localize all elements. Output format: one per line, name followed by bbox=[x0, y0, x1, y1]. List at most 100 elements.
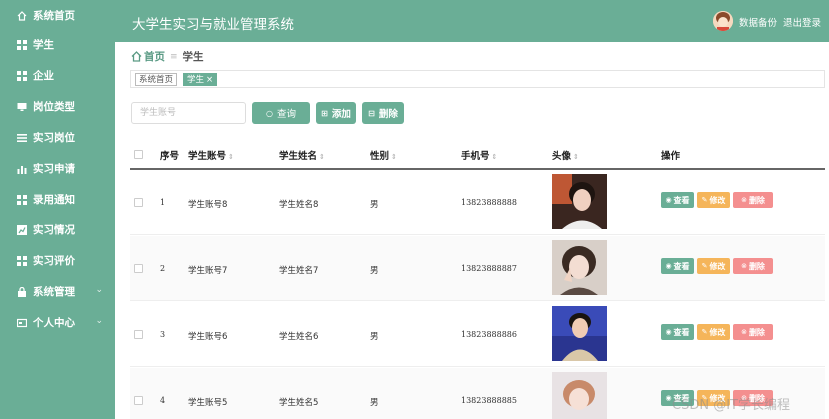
sort-icon[interactable]: ⇕ bbox=[319, 153, 325, 161]
column-header-account[interactable]: 学生账号 ⇕ bbox=[188, 148, 234, 162]
list-icon bbox=[17, 133, 27, 142]
student-photo bbox=[552, 174, 607, 229]
column-header-gender[interactable]: 性别 ⇕ bbox=[370, 148, 397, 162]
column-header-phone[interactable]: 手机号 ⇕ bbox=[461, 148, 497, 162]
delete-button[interactable]: ⊗ 删除 bbox=[733, 324, 773, 340]
x-circle-icon: ⊗ bbox=[741, 262, 747, 270]
edit-label: 修改 bbox=[709, 195, 726, 205]
view-button[interactable]: ◉ 查看 bbox=[661, 192, 694, 208]
row-checkbox[interactable] bbox=[134, 330, 143, 339]
sidebar-item-evaluation[interactable]: 实习评价 bbox=[0, 245, 115, 276]
sort-icon[interactable]: ⇕ bbox=[492, 153, 498, 161]
query-label: 查询 bbox=[276, 109, 296, 120]
lock-icon bbox=[18, 286, 26, 297]
search-input[interactable] bbox=[131, 102, 246, 124]
avatar[interactable] bbox=[713, 11, 733, 31]
delete-button[interactable]: ⊗ 删除 bbox=[733, 258, 773, 274]
sidebar-item-profile[interactable]: 个人中心 ⌄ bbox=[0, 307, 115, 338]
sidebar-item-internship-post[interactable]: 实习岗位 bbox=[0, 122, 115, 153]
plus-box-icon: ⊞ bbox=[321, 108, 328, 118]
column-label: 头像 bbox=[552, 151, 572, 162]
batch-delete-button[interactable]: ⊟ 删除 bbox=[362, 102, 404, 124]
grid-icon bbox=[17, 255, 27, 266]
sidebar-item-label: 实习情况 bbox=[33, 224, 75, 236]
cell-account: 学生账号6 bbox=[188, 332, 228, 342]
add-button[interactable]: ⊞ 添加 bbox=[316, 102, 356, 124]
cell-name: 学生姓名7 bbox=[279, 266, 319, 276]
cell-index: 3 bbox=[160, 330, 166, 339]
sidebar-item-status[interactable]: 实习情况 bbox=[0, 214, 115, 245]
column-header-index: 序号 bbox=[160, 151, 180, 162]
query-button[interactable]: ○ 查询 bbox=[252, 102, 310, 124]
sort-icon[interactable]: ⇕ bbox=[228, 153, 234, 161]
row-checkbox[interactable] bbox=[134, 198, 143, 207]
column-header-avatar[interactable]: 头像 ⇕ bbox=[552, 148, 579, 162]
cell-gender: 男 bbox=[370, 332, 379, 342]
app-title: 大学生实习与就业管理系统 bbox=[132, 17, 294, 33]
sidebar-item-label: 系统管理 bbox=[33, 286, 75, 298]
student-photo bbox=[552, 240, 607, 295]
column-header-name[interactable]: 学生姓名 ⇕ bbox=[279, 148, 325, 162]
student-photo bbox=[552, 372, 607, 419]
sidebar-item-job-type[interactable]: 岗位类型 bbox=[0, 91, 115, 122]
delete-label: 删除 bbox=[748, 327, 765, 337]
data-backup-link[interactable]: 数据备份 bbox=[739, 15, 777, 29]
edit-button[interactable]: ✎ 修改 bbox=[697, 324, 730, 340]
sidebar-item-label: 个人中心 bbox=[33, 317, 75, 329]
sidebar-item-company[interactable]: 企业 bbox=[0, 60, 115, 91]
cell-phone: 13823888887 bbox=[461, 264, 517, 273]
breadcrumb-home[interactable]: 首页 bbox=[144, 49, 165, 64]
bar-chart-icon bbox=[17, 165, 27, 174]
sidebar-item-application[interactable]: 实习申请 bbox=[0, 153, 115, 184]
grid-icon bbox=[17, 194, 27, 205]
edit-button[interactable]: ✎ 修改 bbox=[697, 192, 730, 208]
cell-phone: 13823888886 bbox=[461, 330, 517, 339]
delete-label: 删除 bbox=[748, 261, 765, 271]
sidebar-item-label: 系统首页 bbox=[33, 10, 75, 22]
home-icon bbox=[131, 51, 142, 62]
eye-icon: ◉ bbox=[665, 328, 672, 336]
sidebar-item-label: 实习申请 bbox=[33, 163, 75, 175]
cell-index: 4 bbox=[160, 396, 166, 405]
edit-icon: ✎ bbox=[701, 196, 708, 204]
row-checkbox[interactable] bbox=[134, 264, 143, 273]
cell-gender: 男 bbox=[370, 200, 379, 210]
tab-home[interactable]: 系统首页 bbox=[135, 73, 178, 86]
tab-students[interactable]: 学生 × bbox=[183, 73, 218, 86]
close-icon[interactable]: × bbox=[206, 75, 213, 85]
edit-button[interactable]: ✎ 修改 bbox=[697, 258, 730, 274]
chevron-down-icon: ⌄ bbox=[95, 316, 103, 326]
row-checkbox[interactable] bbox=[134, 396, 143, 405]
x-circle-icon: ⊗ bbox=[741, 196, 747, 204]
avatar-image bbox=[713, 11, 733, 31]
sidebar-item-offer[interactable]: 录用通知 bbox=[0, 184, 115, 215]
search-icon: ○ bbox=[266, 108, 273, 118]
sort-icon[interactable]: ⇕ bbox=[573, 153, 579, 161]
student-photo bbox=[552, 306, 607, 361]
sidebar-item-label: 企业 bbox=[33, 70, 54, 82]
view-button[interactable]: ◉ 查看 bbox=[661, 324, 694, 340]
delete-button[interactable]: ⊗ 删除 bbox=[733, 192, 773, 208]
sidebar: 系统首页 学生 企业 岗位类型 实习岗位 实习申请 录用通知 实习情况 实习评价… bbox=[0, 0, 115, 419]
breadcrumb-separator: ≡ bbox=[170, 51, 178, 62]
sidebar-item-label: 岗位类型 bbox=[33, 101, 75, 113]
sort-icon[interactable]: ⇕ bbox=[391, 153, 397, 161]
edit-label: 修改 bbox=[709, 327, 726, 337]
monitor-icon bbox=[17, 102, 27, 111]
cell-name: 学生姓名8 bbox=[279, 200, 319, 210]
eye-icon: ◉ bbox=[665, 196, 672, 204]
table-row: 1 学生账号8 学生姓名8 男 13823888888 ◉ 查看 ✎ 修改 ⊗ 删除 bbox=[130, 170, 825, 235]
sidebar-item-students[interactable]: 学生 bbox=[0, 29, 115, 60]
view-label: 查看 bbox=[673, 195, 690, 205]
breadcrumb-current: 学生 bbox=[182, 51, 204, 63]
column-header-actions: 操作 bbox=[661, 151, 681, 162]
eye-icon: ◉ bbox=[665, 262, 672, 270]
cell-account: 学生账号8 bbox=[188, 200, 228, 210]
x-circle-icon: ⊗ bbox=[741, 328, 747, 336]
tab-label: 系统首页 bbox=[139, 75, 174, 85]
select-all-checkbox[interactable] bbox=[134, 150, 143, 159]
sidebar-item-system[interactable]: 系统管理 ⌄ bbox=[0, 276, 115, 307]
logout-button[interactable]: 退出登录 bbox=[783, 15, 821, 29]
view-button[interactable]: ◉ 查看 bbox=[661, 258, 694, 274]
sidebar-item-home[interactable]: 系统首页 bbox=[0, 0, 115, 31]
